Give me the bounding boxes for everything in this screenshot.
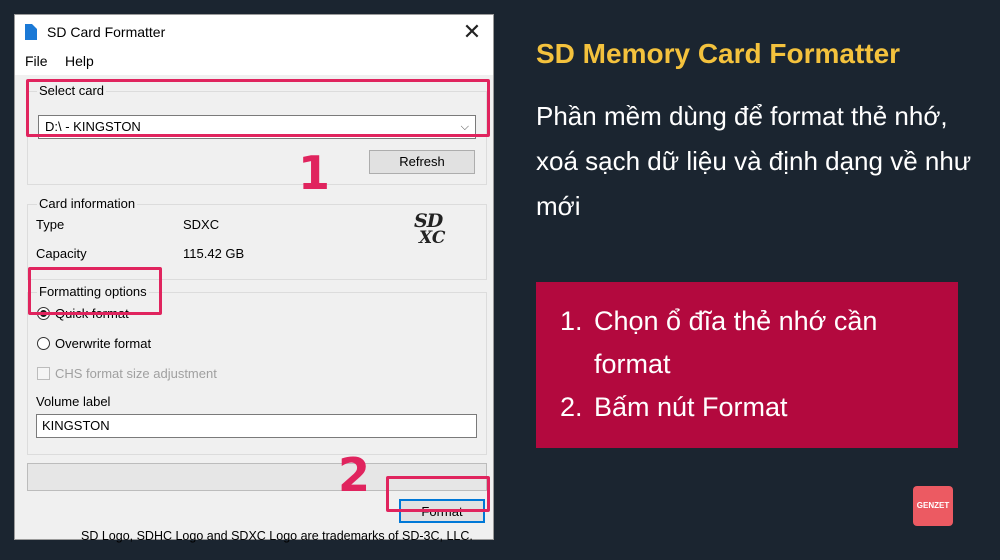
chs-adjustment-checkbox[interactable] [37,367,50,380]
select-card-label: Select card [37,83,107,98]
genzet-logo: GENZET [913,486,953,526]
step-item-1: Chọn ổ đĩa thẻ nhớ cần format [590,300,958,386]
selected-card-value: D:\ - KINGSTON [45,119,141,134]
chs-adjustment-label: CHS format size adjustment [55,366,217,381]
capacity-label: Capacity [36,246,87,261]
sd-card-formatter-window: SD Card Formatter ✕ File Help Select car… [14,14,494,543]
sdxc-logo: SD XC [414,210,446,248]
steps-list: Chọn ổ đĩa thẻ nhớ cần format Bấm nút Fo… [536,282,958,429]
volume-label-input[interactable]: KINGSTON [36,414,477,438]
steps-box: Chọn ổ đĩa thẻ nhớ cần format Bấm nút Fo… [536,282,958,448]
menu-file[interactable]: File [25,53,48,69]
refresh-button[interactable]: Refresh [369,150,475,174]
title-bar[interactable]: SD Card Formatter ✕ [15,15,493,49]
window-title: SD Card Formatter [47,24,166,40]
panel-description: Phần mềm dùng để format thẻ nhớ, xoá sạc… [536,101,972,221]
overwrite-format-radio[interactable] [37,337,50,350]
volume-label-title: Volume label [36,394,111,409]
close-icon[interactable]: ✕ [457,18,487,46]
type-label: Type [36,217,65,232]
card-select-dropdown[interactable]: D:\ - KINGSTON ⌵ [38,115,476,139]
sd-card-app-icon [25,24,37,40]
step-item-2: Bấm nút Format [590,386,958,429]
format-progress-bar [27,463,487,491]
menu-bar: File Help [15,51,493,73]
formatting-options-label: Formatting options [37,284,149,299]
overwrite-format-label[interactable]: Overwrite format [55,336,151,351]
quick-format-radio[interactable] [37,307,50,320]
type-value: SDXC [183,217,220,232]
card-information-group: Card information Type SDXC Capacity 115.… [27,196,487,280]
step-number-2: 2 [338,448,371,502]
card-information-label: Card information [37,196,138,211]
quick-format-label[interactable]: Quick format [55,306,129,321]
format-button[interactable]: Format [399,499,485,523]
capacity-value: 115.42 GB [183,246,245,261]
menu-help[interactable]: Help [65,53,94,69]
trademark-notice: SD Logo, SDHC Logo and SDXC Logo are tra… [81,529,473,543]
chevron-down-icon: ⌵ [460,121,469,133]
window-client-area: Select card D:\ - KINGSTON ⌵ Refresh Car… [15,75,493,543]
step-number-1: 1 [298,146,331,200]
panel-heading: SD Memory Card Formatter [536,38,901,69]
